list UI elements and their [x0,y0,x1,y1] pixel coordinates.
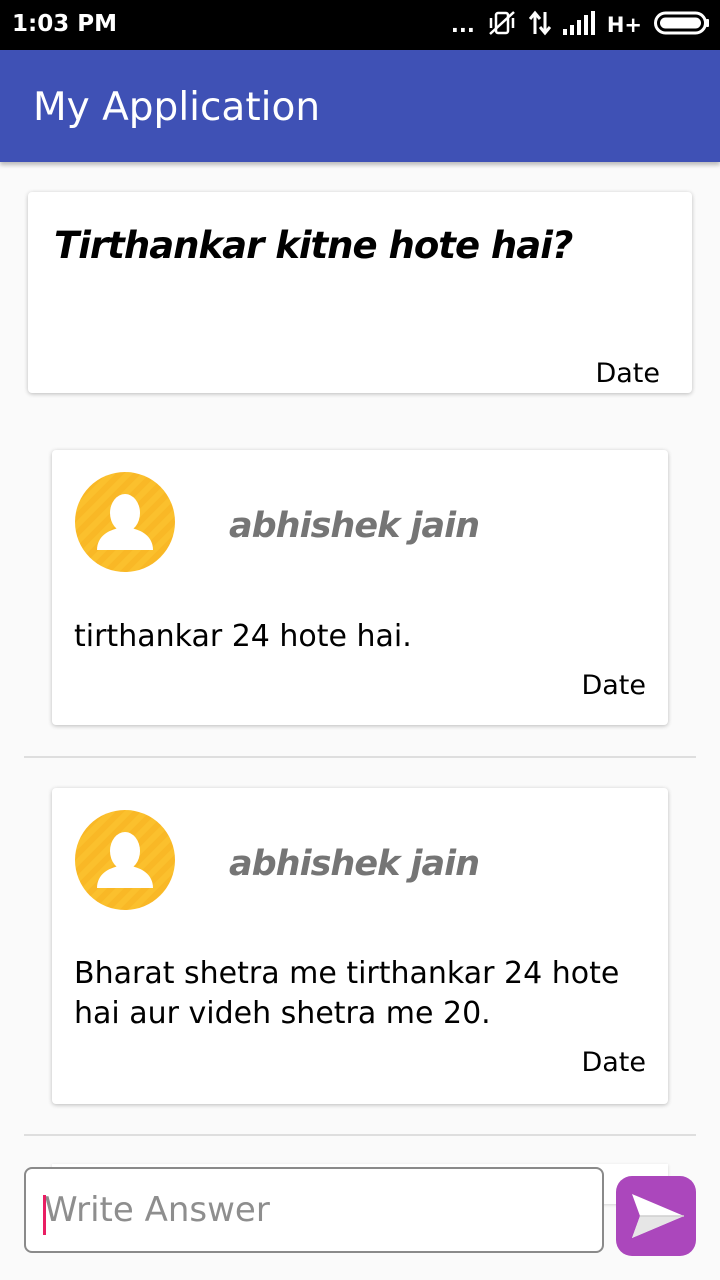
silent-vibrate-icon [487,10,517,41]
answer-card[interactable]: abhishek jain tirthankar 24 hote hai. Da… [52,450,668,725]
answer-author: abhishek jain [229,844,480,884]
more-icon: ... [450,13,475,37]
network-type-icon: H+ [606,13,642,37]
divider [24,1134,696,1136]
text-cursor [43,1195,46,1235]
answer-date: Date [581,1047,646,1078]
status-icons: ... H+ [451,10,710,40]
signal-icon [562,10,595,40]
question-card[interactable]: Tirthankar kitne hote hai? Date [28,192,692,393]
answer-input[interactable] [24,1167,604,1253]
app-bar: My Application [0,50,720,162]
battery-icon [654,11,710,40]
question-text: Tirthankar kitne hote hai? [54,224,573,267]
status-bar: 1:03 PM ... H+ [0,0,720,50]
send-button[interactable] [616,1176,696,1256]
data-transfer-icon [528,10,551,41]
app-title: My Application [33,85,321,130]
answer-text: tirthankar 24 hote hai. [74,619,412,654]
answer-card[interactable]: abhishek jain Bharat shetra me tirthanka… [52,788,668,1104]
user-avatar-icon [75,472,175,572]
question-date: Date [595,358,660,389]
send-icon [632,1194,684,1238]
divider [24,756,696,758]
answer-date: Date [581,670,646,701]
answer-text: Bharat shetra me tirthankar 24 hote hai … [74,956,620,1031]
answer-author: abhishek jain [229,506,480,546]
user-avatar-icon [75,810,175,910]
status-time: 1:03 PM [12,11,117,37]
